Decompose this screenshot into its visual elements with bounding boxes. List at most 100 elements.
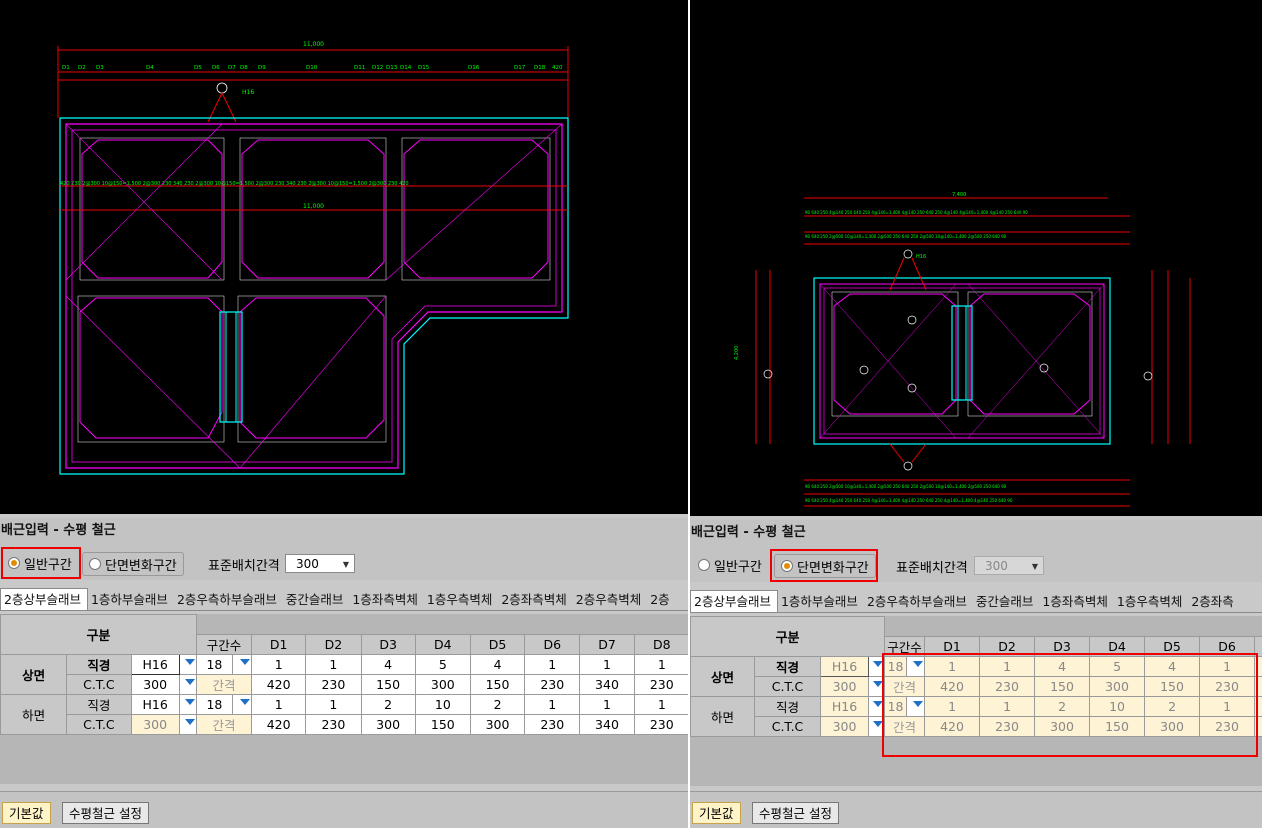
column-header-d7: D7: [579, 633, 635, 655]
panel-footer: 기본값 수평철근 설정: [690, 791, 1262, 828]
tab-8[interactable]: 2층: [647, 589, 675, 610]
top-spacing-label: 간격: [195, 673, 253, 695]
bottom-count-cell[interactable]: 2: [469, 693, 526, 715]
default-button[interactable]: 기본값: [692, 802, 741, 824]
dimension-label: D3: [96, 65, 104, 71]
tab-5[interactable]: 1층우측벽체: [1114, 591, 1188, 612]
bottom-spacing-cell[interactable]: 300: [469, 713, 526, 735]
dimension-label: D4: [146, 65, 154, 71]
top-ctc-label: C.T.C: [754, 675, 821, 697]
tab-1[interactable]: 1층하부슬래브: [88, 589, 174, 610]
top-spacing-cell[interactable]: 300: [414, 673, 471, 695]
top-count-cell[interactable]: 5: [414, 653, 471, 675]
bottom-dia-dropdown[interactable]: [178, 693, 197, 715]
top-ctc-dropdown[interactable]: [178, 673, 197, 695]
column-header-d4: D4: [414, 633, 471, 655]
bottom-spacing-cell[interactable]: 230: [305, 713, 362, 735]
top-count-cell[interactable]: 4: [469, 653, 526, 675]
top-spacing-cell[interactable]: 150: [360, 673, 416, 695]
top-dia-input[interactable]: H16: [820, 655, 869, 677]
standard-spacing-value: 300: [296, 557, 319, 571]
tab-0[interactable]: 2층상부슬래브: [0, 588, 88, 610]
bottom-count-cell[interactable]: 2: [360, 693, 416, 715]
dimension-label: D11: [354, 65, 365, 71]
horizontal-rebar-settings-button[interactable]: 수평철근 설정: [62, 802, 149, 824]
bottom-spacing-cell[interactable]: 230: [524, 713, 581, 735]
top-count-cell[interactable]: 1: [305, 653, 362, 675]
top-dia-input[interactable]: H16: [130, 653, 180, 675]
tab-7[interactable]: 2층우측벽체: [573, 589, 647, 610]
top-count-cell[interactable]: 1: [524, 653, 581, 675]
column-header-d1: D1: [251, 633, 307, 655]
standard-spacing-combo[interactable]: 300 ▼: [285, 554, 355, 573]
tab-6[interactable]: 2층좌측벽체: [498, 589, 572, 610]
tab-2[interactable]: 2층우측하부슬래브: [174, 589, 283, 610]
bottom-count-cell[interactable]: 1: [579, 693, 635, 715]
tab-4[interactable]: 1층좌측벽체: [349, 589, 423, 610]
tab-2[interactable]: 2층우측하부슬래브: [864, 591, 973, 612]
slab-tab-strip: 2층상부슬래브 1층하부슬래브 2층우측하부슬래브 중간슬래브 1층좌측벽체 1층우측벽체…: [0, 588, 690, 611]
bottom-dia-input[interactable]: H16: [130, 693, 180, 715]
column-header-d5: D5: [469, 633, 526, 655]
tab-3[interactable]: 중간슬래브: [973, 591, 1040, 612]
top-count-input[interactable]: 18: [195, 653, 233, 675]
bottom-ctc-dropdown[interactable]: [178, 713, 197, 735]
bottom-spacing-cell[interactable]: 230: [633, 713, 690, 735]
bottom-dia-input[interactable]: H16: [820, 695, 869, 717]
bottom-dia-label: 직경: [66, 693, 132, 715]
bottom-count-cell[interactable]: 10: [414, 693, 471, 715]
variable-section-radio[interactable]: 단면변화구간: [82, 552, 184, 576]
top-count-cell[interactable]: 1: [633, 653, 690, 675]
bottom-count-dropdown[interactable]: [231, 693, 253, 715]
tab-4[interactable]: 1층좌측벽체: [1039, 591, 1113, 612]
default-button[interactable]: 기본값: [2, 802, 51, 824]
top-dia-label: 직경: [754, 655, 821, 677]
dimension-label: D15: [418, 65, 430, 71]
horizontal-rebar-settings-button[interactable]: 수평철근 설정: [752, 802, 839, 824]
radio-unselected-icon: [89, 558, 101, 570]
top-count-dropdown[interactable]: [231, 653, 253, 675]
top-count-cell[interactable]: 1: [251, 653, 307, 675]
top-spacing-cell[interactable]: 230: [633, 673, 690, 695]
top-spacing-cell[interactable]: 340: [579, 673, 635, 695]
top-dia-label: 직경: [66, 653, 132, 675]
dimension-label: D10: [306, 65, 318, 71]
general-section-radio[interactable]: 일반구간: [698, 554, 762, 576]
bottom-face-label: 하면: [0, 693, 68, 735]
column-header-d2: D2: [305, 633, 362, 655]
top-spacing-cell[interactable]: 230: [305, 673, 362, 695]
top-dia-dropdown[interactable]: [178, 653, 197, 675]
tab-5[interactable]: 1층우측벽체: [424, 589, 498, 610]
bottom-count-cell[interactable]: 1: [305, 693, 362, 715]
bottom-count-cell[interactable]: 1: [524, 693, 581, 715]
tab-0[interactable]: 2층상부슬래브: [690, 590, 778, 612]
top-ctc-input[interactable]: 300: [130, 673, 180, 695]
dimension-label: D1: [62, 65, 70, 71]
top-ctc-input[interactable]: 300: [820, 675, 869, 697]
dimension-label: D6: [212, 65, 220, 71]
top-spacing-cell[interactable]: 230: [524, 673, 581, 695]
bottom-count-cell[interactable]: 1: [633, 693, 690, 715]
bottom-spacing-cell[interactable]: 420: [251, 713, 307, 735]
top-face-label: 상면: [690, 655, 755, 697]
top-count-cell[interactable]: 1: [579, 653, 635, 675]
top-spacing-cell[interactable]: 150: [469, 673, 526, 695]
tab-6[interactable]: 2층좌측: [1188, 591, 1239, 612]
bottom-spacing-cell[interactable]: 300: [360, 713, 416, 735]
bottom-count-cell[interactable]: 1: [251, 693, 307, 715]
bottom-spacing-cell[interactable]: 340: [579, 713, 635, 735]
tab-3[interactable]: 중간슬래브: [283, 589, 350, 610]
tab-1[interactable]: 1층하부슬래브: [778, 591, 864, 612]
bottom-face-label: 하면: [690, 695, 755, 737]
chevron-down-icon: ▼: [1031, 562, 1038, 571]
standard-spacing-combo[interactable]: 300 ▼: [974, 556, 1044, 575]
bottom-count-input[interactable]: 18: [195, 693, 233, 715]
top-spacing-cell[interactable]: 420: [251, 673, 307, 695]
svg-text:420 230 2@300 10@150=1,500 2@3: 420 230 2@300 10@150=1,500 2@300 230 340…: [60, 181, 409, 187]
bottom-ctc-input[interactable]: 300: [130, 713, 180, 735]
bottom-spacing-cell[interactable]: 150: [414, 713, 471, 735]
dimension-label: D18: [534, 65, 546, 71]
bottom-ctc-input[interactable]: 300: [820, 715, 869, 737]
top-count-cell[interactable]: 4: [360, 653, 416, 675]
svg-text:11,000: 11,000: [303, 203, 324, 210]
